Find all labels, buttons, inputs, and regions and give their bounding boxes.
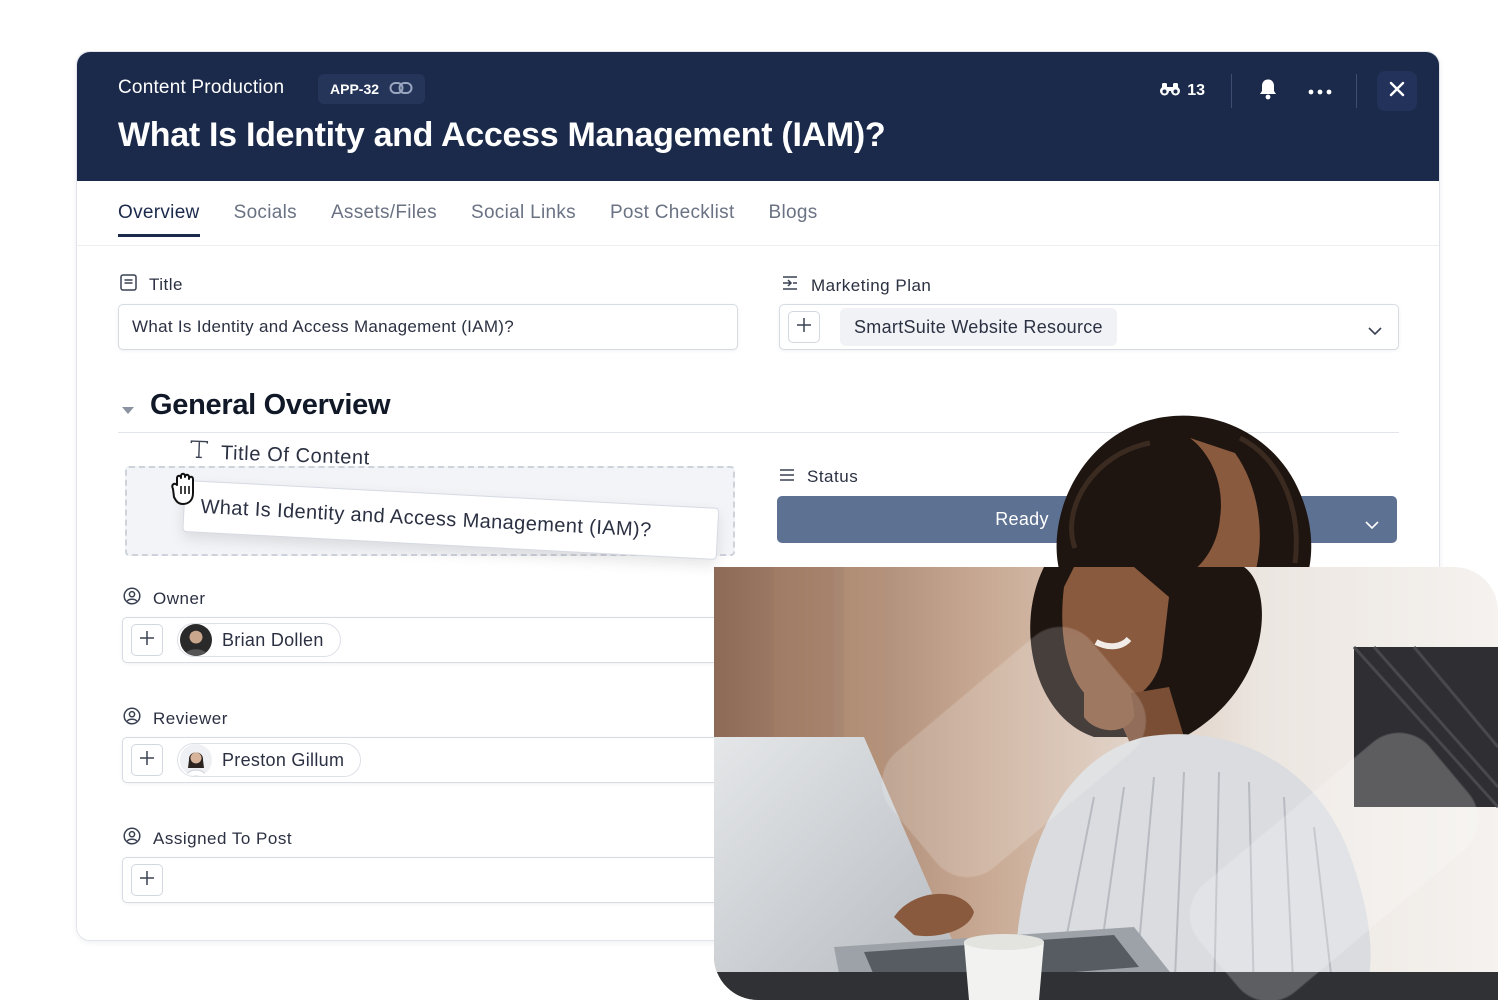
close-button[interactable] (1377, 71, 1417, 111)
header-actions: 13 (1159, 71, 1417, 111)
marketing-plan-select[interactable]: SmartSuite Website Resource (779, 304, 1399, 350)
user-icon (123, 587, 141, 610)
divider (1231, 74, 1232, 108)
title-of-content-label: Title Of Content (220, 441, 371, 469)
assigned-to-post-field-label: Assigned To Post (123, 827, 292, 850)
reviewer-select[interactable]: Preston Gillum (122, 737, 732, 783)
plus-icon (796, 317, 812, 338)
avatar (180, 624, 212, 656)
owner-label: Owner (153, 588, 206, 608)
tab-blogs[interactable]: Blogs (769, 202, 818, 237)
tab-post-checklist[interactable]: Post Checklist (610, 202, 735, 237)
status-field-label: Status (779, 467, 858, 487)
divider (1356, 74, 1357, 108)
record-id-badge[interactable]: APP-32 (318, 74, 426, 104)
marketing-plan-field-label: Marketing Plan (781, 274, 931, 297)
title-field-label: Title (120, 274, 183, 296)
add-reviewer-button[interactable] (131, 744, 163, 776)
close-icon (1389, 81, 1405, 102)
breadcrumb[interactable]: Content Production (118, 77, 284, 99)
record-id: APP-32 (330, 81, 380, 97)
tabs-divider (77, 245, 1439, 246)
text-field-icon (120, 274, 137, 296)
plus-icon (139, 630, 155, 651)
tab-social-links[interactable]: Social Links (471, 202, 576, 237)
add-assignee-button[interactable] (131, 864, 163, 896)
owner-name: Brian Dollen (222, 629, 324, 650)
add-linked-record-button[interactable] (788, 311, 820, 343)
chevron-down-icon[interactable] (1368, 321, 1382, 341)
title-value: What Is Identity and Access Management (… (132, 317, 514, 336)
add-owner-button[interactable] (131, 624, 163, 656)
more-button[interactable] (1294, 72, 1346, 110)
collapse-caret-icon[interactable] (122, 402, 134, 420)
owner-field-label: Owner (123, 587, 206, 610)
assigned-to-post-label: Assigned To Post (153, 828, 293, 848)
reviewer-label: Reviewer (153, 708, 228, 728)
tab-overview[interactable]: Overview (118, 202, 200, 237)
bell-icon (1258, 78, 1278, 105)
owner-select[interactable]: Brian Dollen (122, 617, 732, 663)
photo-head-cutout (1040, 398, 1440, 573)
marketing-plan-chip[interactable]: SmartSuite Website Resource (840, 308, 1117, 346)
user-icon (123, 827, 141, 850)
record-header: Content Production APP-32 What Is Identi… (77, 52, 1439, 181)
avatar (180, 744, 212, 776)
linked-record-icon (781, 274, 799, 297)
owner-chip[interactable]: Brian Dollen (177, 623, 341, 657)
record-title: What Is Identity and Access Management (… (118, 116, 886, 154)
section-title: General Overview (150, 389, 391, 421)
link-icon (389, 81, 413, 98)
watchers-button[interactable]: 13 (1159, 81, 1231, 102)
grab-hand-icon (165, 469, 205, 514)
plus-icon (139, 750, 155, 771)
watchers-count: 13 (1187, 82, 1205, 99)
text-type-icon (189, 440, 210, 465)
tab-socials[interactable]: Socials (234, 202, 297, 237)
plus-icon (139, 870, 155, 891)
more-icon (1308, 82, 1332, 100)
title-of-content-value: What Is Identity and Access Management (… (200, 495, 653, 541)
binoculars-icon (1159, 81, 1181, 102)
status-label: Status (807, 467, 859, 486)
reviewer-chip[interactable]: Preston Gillum (177, 743, 362, 777)
assigned-to-post-select[interactable] (122, 857, 732, 903)
tab-bar: Overview Socials Assets/Files Social Lin… (118, 202, 818, 237)
reviewer-field-label: Reviewer (123, 707, 228, 730)
title-input[interactable]: What Is Identity and Access Management (… (118, 304, 738, 350)
reviewer-name: Preston Gillum (222, 749, 345, 770)
hero-photo (714, 567, 1498, 1000)
tab-assets-files[interactable]: Assets/Files (331, 202, 437, 237)
user-icon (123, 707, 141, 730)
marketing-plan-value: SmartSuite Website Resource (854, 316, 1103, 337)
notifications-button[interactable] (1242, 72, 1294, 110)
title-label: Title (149, 275, 183, 294)
marketing-plan-label: Marketing Plan (811, 275, 932, 295)
list-icon (779, 467, 795, 487)
